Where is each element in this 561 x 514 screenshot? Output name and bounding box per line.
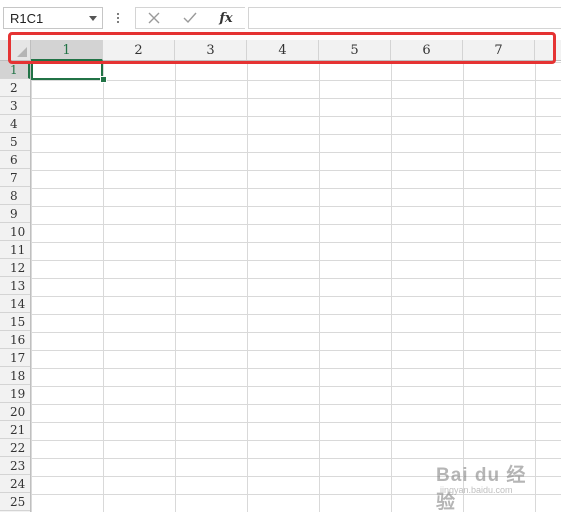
row-header-21[interactable]: 21: [0, 421, 30, 439]
row-header-15[interactable]: 15: [0, 313, 30, 331]
row-header-19[interactable]: 19: [0, 385, 30, 403]
formula-input[interactable]: [248, 7, 561, 29]
row-header-20[interactable]: 20: [0, 403, 30, 421]
row-header-9[interactable]: 9: [0, 205, 30, 223]
row-header-5[interactable]: 5: [0, 133, 30, 151]
row-header-25[interactable]: 25: [0, 493, 30, 511]
row-header-23[interactable]: 23: [0, 457, 30, 475]
row-header-12[interactable]: 12: [0, 259, 30, 277]
row-header-16[interactable]: 16: [0, 331, 30, 349]
row-header-24[interactable]: 24: [0, 475, 30, 493]
chevron-down-icon[interactable]: [89, 16, 97, 21]
formula-actions: fx: [135, 7, 245, 29]
name-box-value: R1C1: [10, 11, 44, 26]
formula-bar: R1C1 fx: [0, 0, 561, 36]
insert-function-button[interactable]: fx: [212, 8, 240, 28]
row-header-18[interactable]: 18: [0, 367, 30, 385]
row-header-3[interactable]: 3: [0, 97, 30, 115]
row-header-10[interactable]: 10: [0, 223, 30, 241]
watermark: Bai du 经验 jingyan.baidu.com: [432, 460, 537, 513]
cancel-icon[interactable]: [140, 8, 168, 28]
row-header-13[interactable]: 13: [0, 277, 30, 295]
row-header-14[interactable]: 14: [0, 295, 30, 313]
row-header-2[interactable]: 2: [0, 79, 30, 97]
row-header-4[interactable]: 4: [0, 115, 30, 133]
row-header-7[interactable]: 7: [0, 169, 30, 187]
column-header-highlight: [8, 32, 556, 64]
fill-handle[interactable]: [100, 76, 107, 83]
more-options-icon[interactable]: [115, 9, 121, 27]
row-header-8[interactable]: 8: [0, 187, 30, 205]
row-header-17[interactable]: 17: [0, 349, 30, 367]
check-icon[interactable]: [176, 8, 204, 28]
active-cell[interactable]: [31, 62, 103, 80]
row-header-column: 1 2 3 4 5 6 7 8 9 10 11 12 13 14 15 16 17 18 19 20 21 22 23 24 2…: [0, 61, 31, 512]
worksheet-grid[interactable]: 1234567 1 2 3 4 5 6 7 8 9 10 11 12 13 14 15 16 17 18 19 20 2…: [0, 40, 561, 512]
row-header-22[interactable]: 22: [0, 439, 30, 457]
row-header-6[interactable]: 6: [0, 151, 30, 169]
watermark-subtitle: jingyan.baidu.com: [440, 485, 513, 495]
name-box[interactable]: R1C1: [3, 7, 103, 29]
row-header-11[interactable]: 11: [0, 241, 30, 259]
